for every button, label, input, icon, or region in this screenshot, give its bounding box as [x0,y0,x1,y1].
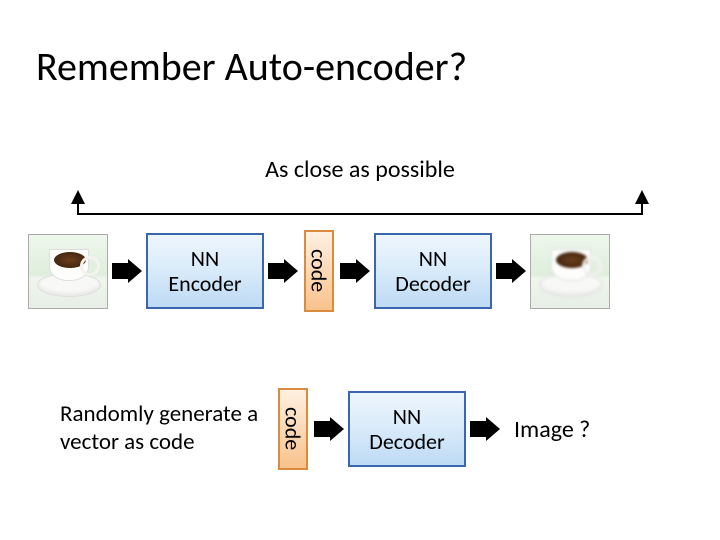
arrow-right-icon [110,257,144,285]
code-label: code [280,407,307,450]
arrow-right-icon [468,415,502,443]
arrow-right-icon [312,415,346,443]
encoder-label: NN Encoder [168,246,241,297]
code-box: code [278,388,308,470]
decoder-label: NN Decoder [369,404,444,455]
arrow-right-icon [338,257,372,285]
autoencoder-row: NN Encoder code NN Decoder [28,230,610,312]
code-box: code [304,230,334,312]
slide-title: Remember Auto-encoder? [36,42,467,91]
decoder-box: NN Decoder [374,233,492,309]
arrow-right-icon [266,257,300,285]
random-vector-label: Randomly generate a vector as code [60,401,270,456]
reconstructed-image [530,234,610,309]
output-question-label: Image ? [514,415,590,444]
comparison-caption: As close as possible [0,155,720,184]
decoder-box: NN Decoder [348,391,466,467]
generator-row: Randomly generate a vector as code code … [60,388,590,470]
input-image [28,234,108,309]
encoder-box: NN Encoder [146,233,264,309]
decoder-label: NN Decoder [395,246,470,297]
code-label: code [306,249,333,292]
arrow-right-icon [494,257,528,285]
comparison-double-arrow [68,190,652,234]
